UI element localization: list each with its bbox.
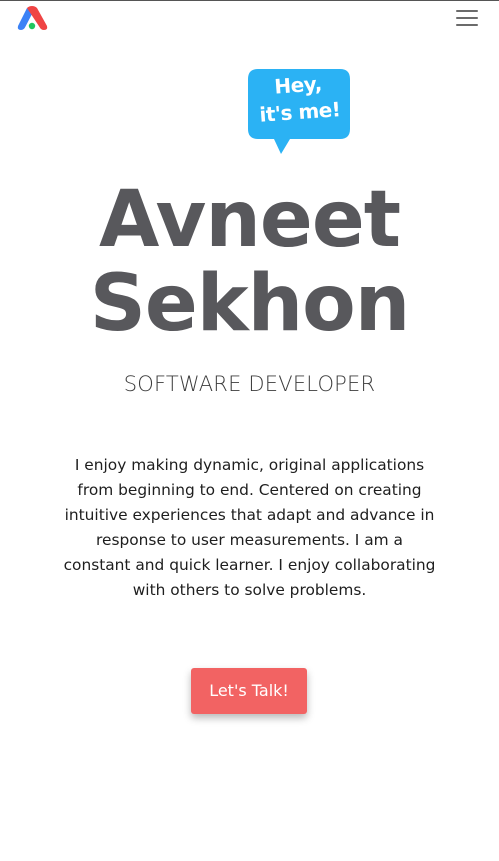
lets-talk-button[interactable]: Let's Talk! [191, 668, 307, 714]
menu-bar-bottom [456, 24, 478, 26]
bio-line: I enjoy making dynamic, original applica… [74, 456, 425, 474]
hero-name: Avneet Sekhon [0, 178, 499, 346]
bio-line: from beginning to end. Centered on creat… [77, 481, 422, 499]
first-name: Avneet [98, 175, 401, 265]
bio-line: with others to solve problems. [132, 581, 367, 599]
menu-bar-top [456, 10, 478, 12]
bio-line: intuitive experiences that adapt and adv… [64, 506, 435, 524]
speech-bubble-text: Hey, it's me! [246, 69, 352, 130]
bio-line: response to user measurements. I am a [96, 531, 403, 549]
top-border-line [0, 0, 499, 1]
menu-bar-middle [456, 17, 478, 19]
bio-line: constant and quick learner. I enjoy coll… [63, 556, 436, 574]
last-name: Sekhon [89, 259, 411, 349]
job-title: SOFTWARE DEVELOPER [123, 372, 376, 396]
logo-icon[interactable] [16, 6, 48, 32]
bio-paragraph: I enjoy making dynamic, original applica… [50, 453, 449, 603]
hamburger-menu-icon[interactable] [455, 8, 479, 28]
